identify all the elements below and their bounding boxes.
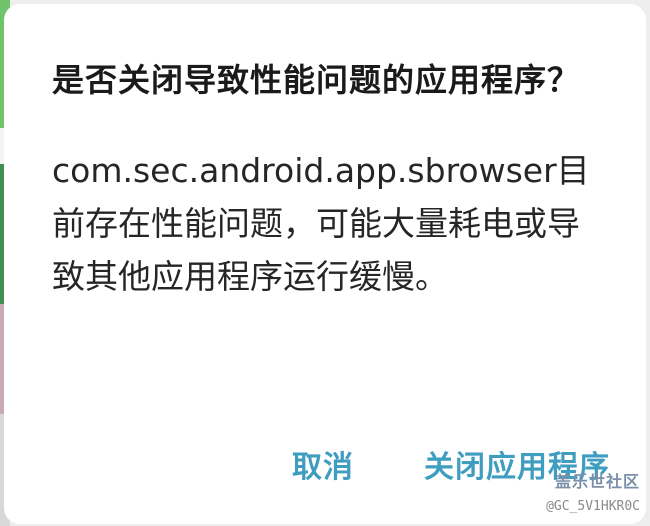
cancel-button[interactable]: 取消 <box>292 442 354 486</box>
dialog-title: 是否关闭导致性能问题的应用程序？ <box>52 61 581 99</box>
close-app-dialog: 是否关闭导致性能问题的应用程序？ com.sec.android.app.sbr… <box>4 4 646 524</box>
dialog-message: com.sec.android.app.sbrowser目前存在性能问题，可能大… <box>52 151 590 296</box>
watermark-user-tag: @GC_5V1HKR0C <box>546 499 640 514</box>
community-watermark-logo: 盖乐世社区 <box>554 472 640 491</box>
